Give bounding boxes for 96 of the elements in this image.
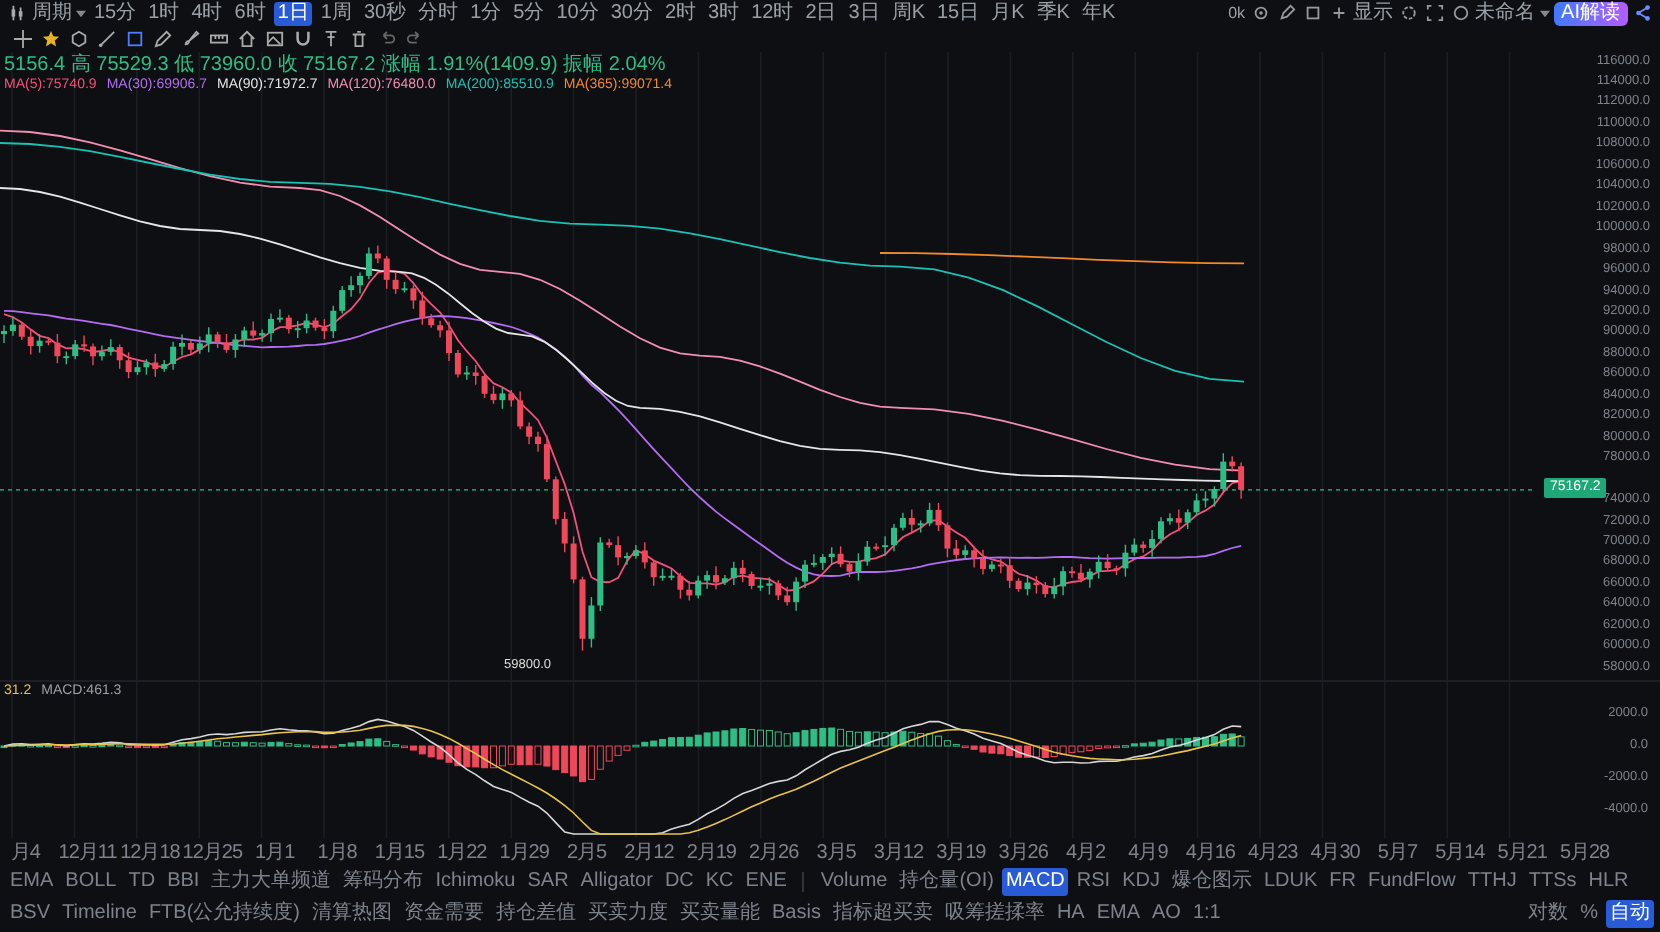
date-axis-label: 12月18 xyxy=(118,839,182,866)
indicator-tab[interactable]: 1:1 xyxy=(1188,900,1225,929)
date-axis-label: 3月12 xyxy=(871,839,926,866)
timeframe-tab[interactable]: 周K xyxy=(887,1,929,26)
date-axis-label: 12月11 xyxy=(56,839,119,866)
indicator-tab[interactable]: 资金需要 xyxy=(399,900,488,929)
indicator-tab[interactable]: BOLL xyxy=(61,868,121,897)
indicator-tab[interactable]: FR xyxy=(1325,868,1360,897)
timeframe-tab[interactable]: 6时 xyxy=(230,1,270,26)
display-label[interactable]: 显示 xyxy=(1353,1,1394,26)
indicator-tab[interactable]: KC xyxy=(701,868,738,897)
timeframe-tab[interactable]: 10分 xyxy=(552,1,603,26)
indicator-tab[interactable]: 持仓量(OI) xyxy=(895,868,998,897)
indicator-tab[interactable]: Ichimoku xyxy=(431,868,520,897)
timeframe-tab[interactable]: 1日 xyxy=(273,1,313,26)
timeframe-tab[interactable]: 2日 xyxy=(801,1,841,26)
indicator-tab[interactable]: TD xyxy=(124,868,160,897)
indicator-tab[interactable]: 筹码分布 xyxy=(339,868,428,897)
date-axis-label: 4月2 xyxy=(1063,839,1108,866)
indicator-tab[interactable]: 吸筹搓揉率 xyxy=(940,900,1049,929)
indicator-tab[interactable]: KDJ xyxy=(1118,868,1164,897)
indicator-tab[interactable]: MACD xyxy=(1001,868,1069,897)
indicator-tab[interactable]: TTSs xyxy=(1524,868,1581,897)
timeframe-tab[interactable]: 5分 xyxy=(509,1,549,26)
timeframe-tab[interactable]: 3日 xyxy=(844,1,884,26)
date-axis-label: 4月23 xyxy=(1246,839,1300,866)
indicator-tab[interactable]: DC xyxy=(660,868,698,897)
indicator-tab[interactable]: ENE xyxy=(741,868,791,897)
date-axis-label: 3月5 xyxy=(814,839,858,866)
indicator-tab[interactable]: FTB(公允持续度) xyxy=(144,900,304,929)
date-axis-label: 4月30 xyxy=(1308,839,1362,866)
timeframe-tab[interactable]: 季K xyxy=(1032,1,1074,26)
timeframe-tab[interactable]: 年K xyxy=(1077,1,1120,26)
indicator-tab[interactable]: TTHJ xyxy=(1463,868,1521,897)
date-axis-label: 2月5 xyxy=(564,839,609,866)
zoom-label[interactable]: 0k xyxy=(1228,4,1246,23)
indicator-tab[interactable]: BBI xyxy=(163,868,204,897)
indicator-tab[interactable]: AO xyxy=(1148,900,1185,929)
indicator-tab[interactable]: 爆仓图示 xyxy=(1167,868,1256,897)
date-axis-label: 5月7 xyxy=(1375,839,1420,866)
date-axis-label: 2月19 xyxy=(684,839,738,866)
indicator-tab[interactable]: BSV xyxy=(6,900,55,929)
scale-option[interactable]: 对数 xyxy=(1524,900,1573,929)
date-axis-label: 3月26 xyxy=(996,839,1050,866)
timeframe-tab[interactable]: 分时 xyxy=(414,1,463,26)
indicator-tab[interactable]: Timeline xyxy=(58,900,141,929)
layout-name[interactable]: 未命名 xyxy=(1475,1,1536,26)
date-axis-label: 1月15 xyxy=(372,839,427,866)
date-axis-label: 5月28 xyxy=(1557,839,1612,866)
timeframe-tab[interactable]: 2时 xyxy=(660,1,700,26)
indicator-tab[interactable]: 清算热图 xyxy=(307,900,396,929)
period-menu[interactable]: 周期 xyxy=(32,1,72,26)
date-axis-label: 3月19 xyxy=(934,839,988,866)
scale-option[interactable]: % xyxy=(1576,900,1602,929)
ohlc-legend: 5156.4 高 75529.3 低 73960.0 收 75167.2 涨幅 1.91%(1409.9) 振幅 2.04% xyxy=(4,53,672,76)
timeframe-tab[interactable]: 1周 xyxy=(316,1,356,26)
date-axis-label: 1月8 xyxy=(315,839,359,866)
timeframe-tab[interactable]: 30分 xyxy=(606,1,657,26)
indicator-tab[interactable]: Basis xyxy=(767,900,825,929)
indicator-tab[interactable]: 买卖力度 xyxy=(583,900,672,929)
indicator-tab[interactable]: 主力大单频道 xyxy=(207,868,336,897)
date-axis-label: 5月14 xyxy=(1433,839,1487,866)
indicator-tab[interactable]: SAR xyxy=(523,868,573,897)
indicator-tab[interactable]: 指标超买卖 xyxy=(828,900,937,929)
indicator-tab[interactable]: Alligator xyxy=(576,868,657,897)
date-axis-label: 1月22 xyxy=(435,839,489,866)
indicator-tab[interactable]: EMA xyxy=(6,868,58,897)
timeframe-tab[interactable]: 15分 xyxy=(90,1,141,26)
date-axis-label: 2月26 xyxy=(747,839,801,866)
date-axis-label: 4月16 xyxy=(1183,839,1237,866)
indicator-tab[interactable]: FundFlow xyxy=(1364,868,1460,897)
date-axis-label: 2月12 xyxy=(622,839,676,866)
indicator-tab[interactable]: LDUK xyxy=(1259,868,1322,897)
date-axis-label: 12月25 xyxy=(181,839,244,866)
indicator-tab[interactable]: EMA xyxy=(1092,900,1145,929)
indicator-tab[interactable]: 买卖量能 xyxy=(675,900,764,929)
date-axis-label: 4月9 xyxy=(1126,839,1170,866)
ai-button[interactable]: AI解读 xyxy=(1553,1,1628,26)
indicator-tab[interactable]: 持仓差值 xyxy=(491,900,580,929)
indicator-tab[interactable]: HA xyxy=(1052,900,1089,929)
timeframe-tab[interactable]: 12时 xyxy=(747,1,798,26)
date-axis-label: 1月1 xyxy=(253,839,297,866)
timeframe-tab[interactable]: 30秒 xyxy=(359,1,411,26)
scale-option[interactable]: 自动 xyxy=(1606,900,1654,929)
timeframe-tab[interactable]: 3时 xyxy=(704,1,744,26)
timeframe-tab[interactable]: 15日 xyxy=(932,1,984,26)
indicator-tab[interactable]: Volume xyxy=(816,868,892,897)
timeframe-tab[interactable]: 1时 xyxy=(144,1,184,26)
timeframe-tab[interactable]: 月K xyxy=(987,1,1029,26)
date-axis-label: 5月21 xyxy=(1495,839,1549,866)
timeframe-tab[interactable]: 1分 xyxy=(466,1,506,26)
date-axis-label: 1月29 xyxy=(497,839,551,866)
date-axis-label: 月4 xyxy=(8,839,43,866)
indicator-tab[interactable]: RSI xyxy=(1072,868,1115,897)
indicator-tab[interactable]: HLR xyxy=(1584,868,1633,897)
timeframe-tab[interactable]: 4时 xyxy=(187,1,227,26)
